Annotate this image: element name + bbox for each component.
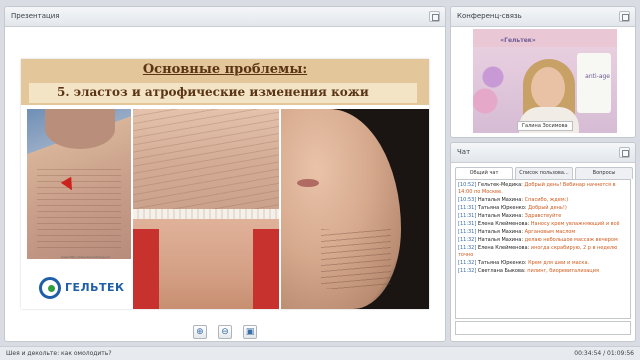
chat-message: [11:32] Наталья Махина: делаю небольшое … — [458, 237, 628, 244]
chat-message: [11:32] Татьяна Юркенко: Крем для шеи и … — [458, 260, 628, 267]
maximize-conference-button[interactable] — [619, 11, 630, 22]
chat-panel: Чат Общий чат Список пользова... Вопросы… — [450, 142, 636, 342]
chat-message-author: Елена Клейменова: — [477, 245, 530, 251]
chat-message: [11:32] Светлана Быкова: пилинг, биореви… — [458, 268, 628, 275]
chat-message-author: Гельтек-Медика: — [477, 182, 523, 188]
conference-title: Конференц-связь — [457, 12, 522, 20]
slide-title: Основные проблемы: — [142, 62, 308, 77]
presentation-panel: Презентация Основные проблемы: 5. эласто… — [4, 6, 446, 342]
chat-message-text: Здравствуйте — [524, 213, 562, 219]
conference-panel: Конференц-связь «Гельтек» anti-age Галин… — [450, 6, 636, 138]
logo-g-icon — [39, 277, 61, 299]
chat-message-text: Наносу крем увлажняющий и всё — [530, 221, 620, 227]
chat-message-text: делаю небольшое массаж вечером — [524, 237, 618, 243]
face-profile-photo — [281, 109, 429, 309]
slide-header: Основные проблемы: 5. эластоз и атрофиче… — [21, 59, 429, 105]
video-brand: «Гельтек» — [500, 37, 536, 44]
chat-message-text: Аргановым маслом — [524, 229, 576, 235]
zoom-in-button[interactable]: ⊕ — [192, 325, 207, 339]
chat-message-time: [11:32] — [458, 237, 477, 243]
chat-message-time: [11:31] — [458, 229, 477, 235]
chat-message-text: Добрый день!) — [528, 205, 567, 211]
image-credit: www.http://www.dermatology.ru/ — [61, 255, 110, 259]
maximize-chat-button[interactable] — [619, 147, 630, 158]
tab-user-list[interactable]: Список пользова... — [515, 167, 573, 179]
chat-message-author: Наталья Махина: — [477, 213, 524, 219]
chat-message-time: [10:53] — [458, 197, 477, 203]
slide-subtitle: 5. эластоз и атрофические изменения кожи — [29, 83, 417, 103]
red-arrow-icon — [60, 176, 78, 194]
webinar-title: Шея и декольте: как омолодить? — [6, 350, 112, 357]
chat-message-author: Наталья Махина: — [477, 237, 524, 243]
chat-message: [10:53] Наталья Махина: Спасибо, ждем:) — [458, 197, 628, 204]
tab-questions[interactable]: Вопросы — [575, 167, 633, 179]
lace-decoration — [133, 209, 279, 219]
decollete-photo — [133, 219, 279, 309]
chat-title: Чат — [457, 148, 471, 156]
chat-message-time: [11:32] — [458, 268, 477, 274]
chat-message: [11:31] Наталья Махина: Аргановым маслом — [458, 229, 628, 236]
maximize-presentation-button[interactable] — [429, 11, 440, 22]
slide-area: Основные проблемы: 5. эластоз и атрофиче… — [9, 29, 441, 313]
chat-message-author: Елена Клейменова: — [477, 221, 530, 227]
chat-input[interactable] — [455, 321, 631, 335]
chat-message-time: [11:31] — [458, 221, 477, 227]
slide-toolbar: ⊕ ⊖ ▣ — [5, 319, 445, 339]
chat-message-text: пилинг, биоревитализация — [527, 268, 599, 274]
chat-header: Чат — [451, 143, 635, 163]
conference-header: Конференц-связь — [451, 7, 635, 27]
presentation-header: Презентация — [5, 7, 445, 27]
chat-message: [11:31] Наталья Махина: Здравствуйте — [458, 213, 628, 220]
chat-message-author: Светлана Быкова: — [477, 268, 526, 274]
chat-message-time: [11:31] — [458, 205, 477, 211]
chat-message-time: [11:32] — [458, 245, 477, 251]
chat-tabs: Общий чат Список пользова... Вопросы — [455, 167, 633, 179]
chat-message: [11:32] Елена Клейменова: иногда скрабир… — [458, 245, 628, 259]
geltek-logo: ГЕЛЬТЕК — [39, 275, 124, 301]
speaker-video[interactable]: «Гельтек» anti-age Галина Зосимова — [473, 29, 617, 133]
chat-message-text: Спасибо, ждем:) — [524, 197, 569, 203]
chat-message-text: Крем для шеи и маска. — [528, 260, 590, 266]
bottle-label: anti-age — [585, 73, 610, 80]
chat-message-author: Татьяна Юркенко: — [477, 205, 527, 211]
chat-message-time: [11:32] — [458, 260, 477, 266]
slide: Основные проблемы: 5. эластоз и атрофиче… — [21, 59, 429, 309]
neck-photo — [27, 109, 131, 259]
chat-messages[interactable]: [10:52] Гельтек-Медика: Добрый день! Веб… — [455, 179, 631, 319]
chat-message-author: Наталья Махина: — [477, 197, 524, 203]
status-bar: Шея и декольте: как омолодить? 00:34:54 … — [0, 346, 640, 360]
chat-message-author: Наталья Махина: — [477, 229, 524, 235]
speaker-name: Галина Зосимова — [517, 121, 573, 131]
tab-general-chat[interactable]: Общий чат — [455, 167, 513, 179]
save-button[interactable]: ▣ — [243, 325, 258, 339]
presentation-title: Презентация — [11, 12, 60, 20]
playback-time: 00:34:54 / 01:09:56 — [574, 350, 634, 357]
chat-message-time: [11:31] — [458, 213, 477, 219]
zoom-out-button[interactable]: ⊖ — [218, 325, 232, 339]
chat-message: [11:31] Елена Клейменова: Наносу крем ув… — [458, 221, 628, 228]
neck-wrinkles-photo — [133, 109, 279, 217]
chat-message: [11:31] Татьяна Юркенко: Добрый день!) — [458, 205, 628, 212]
chat-message-time: [10:52] — [458, 182, 477, 188]
logo-text: ГЕЛЬТЕК — [65, 281, 125, 294]
chat-message-author: Татьяна Юркенко: — [477, 260, 527, 266]
chat-message: [10:52] Гельтек-Медика: Добрый день! Веб… — [458, 182, 628, 196]
